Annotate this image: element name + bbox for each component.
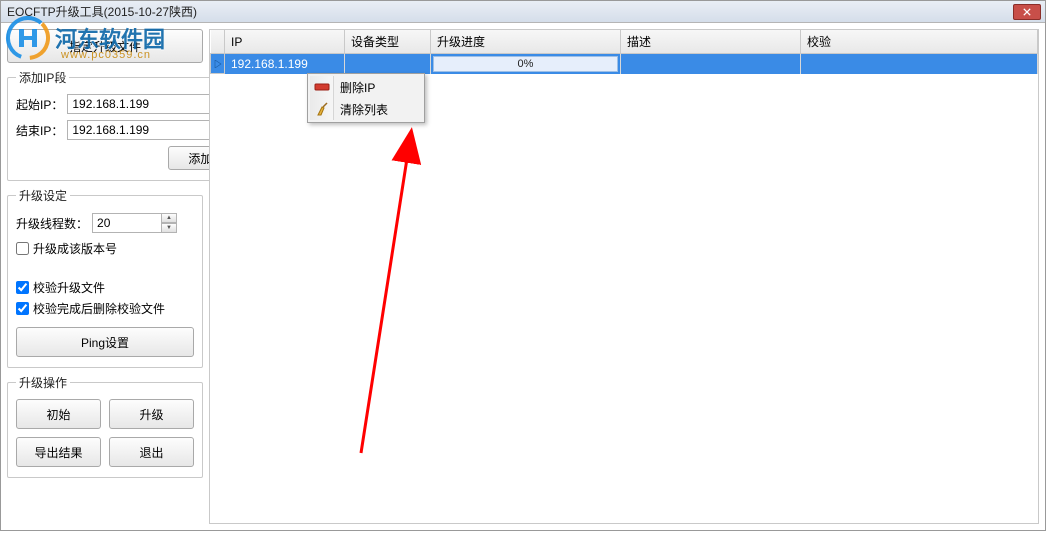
grid-corner xyxy=(211,30,225,54)
col-desc[interactable]: 描述 xyxy=(621,30,801,54)
close-button[interactable] xyxy=(1013,4,1041,20)
window-title: EOCFTP升级工具(2015-10-27陕西) xyxy=(5,3,197,20)
table-row[interactable]: 192.168.1.199 0% xyxy=(211,54,1038,74)
start-ip-label: 起始IP： xyxy=(16,96,63,113)
progress-value: 0% xyxy=(518,58,534,70)
start-ip-input[interactable] xyxy=(67,94,232,114)
version-checkbox[interactable] xyxy=(16,242,29,255)
col-verify[interactable]: 校验 xyxy=(801,30,1038,54)
exit-button[interactable]: 退出 xyxy=(109,437,194,467)
col-ip[interactable]: IP xyxy=(225,30,345,54)
app-window: EOCFTP升级工具(2015-10-27陕西) 指定升级文件 添加IP段 起始… xyxy=(0,0,1046,531)
threads-down-button[interactable]: ▼ xyxy=(161,223,177,233)
threads-input[interactable] xyxy=(92,213,162,233)
row-indicator-icon xyxy=(214,60,222,68)
cell-verify[interactable] xyxy=(801,54,1038,74)
init-button[interactable]: 初始 xyxy=(16,399,101,429)
ip-grid[interactable]: IP 设备类型 升级进度 描述 校验 192.168.1.199 xyxy=(210,30,1038,74)
verify-checkbox[interactable] xyxy=(16,281,29,294)
export-result-button[interactable]: 导出结果 xyxy=(16,437,101,467)
threads-up-button[interactable]: ▲ xyxy=(161,213,177,223)
verify-checkbox-label: 校验升级文件 xyxy=(33,279,105,296)
ping-settings-button[interactable]: Ping设置 xyxy=(16,327,194,357)
threads-spinner[interactable]: ▲ ▼ xyxy=(92,212,177,234)
add-ip-segment-group: 添加IP段 起始IP： 结束IP： 添加 xyxy=(7,69,241,181)
grid-header-row: IP 设备类型 升级进度 描述 校验 xyxy=(211,30,1038,54)
upgrade-ops-group: 升级操作 初始 升级 导出结果 退出 xyxy=(7,374,203,478)
cell-desc[interactable] xyxy=(621,54,801,74)
sidebar: 指定升级文件 添加IP段 起始IP： 结束IP： 添加 升级设定 升级线 xyxy=(7,29,203,524)
delete-verify-checkbox[interactable] xyxy=(16,302,29,315)
upgrade-settings-legend: 升级设定 xyxy=(16,187,70,204)
titlebar[interactable]: EOCFTP升级工具(2015-10-27陕西) xyxy=(1,1,1045,23)
col-type[interactable]: 设备类型 xyxy=(345,30,431,54)
row-indicator xyxy=(211,54,225,74)
add-ip-segment-legend: 添加IP段 xyxy=(16,69,69,86)
upgrade-button[interactable]: 升级 xyxy=(109,399,194,429)
threads-label: 升级线程数： xyxy=(16,215,88,232)
upgrade-ops-legend: 升级操作 xyxy=(16,374,70,391)
col-progress[interactable]: 升级进度 xyxy=(431,30,621,54)
close-icon xyxy=(1023,8,1031,16)
context-menu[interactable]: 删除IP 清除列表 xyxy=(307,73,425,123)
cell-type[interactable] xyxy=(345,54,431,74)
upgrade-settings-group: 升级设定 升级线程数： ▲ ▼ 升级成该版本号 xyxy=(7,187,203,368)
menu-clear-list[interactable]: 清除列表 xyxy=(310,98,422,120)
cell-progress[interactable]: 0% xyxy=(431,54,621,74)
progress-bar: 0% xyxy=(433,56,618,72)
delete-verify-checkbox-label: 校验完成后删除校验文件 xyxy=(33,300,165,317)
specify-upgrade-file-button[interactable]: 指定升级文件 xyxy=(7,29,203,63)
delete-icon xyxy=(314,79,330,95)
end-ip-label: 结束IP： xyxy=(16,122,63,139)
broom-icon xyxy=(314,101,330,117)
end-ip-input[interactable] xyxy=(67,120,232,140)
cell-ip[interactable]: 192.168.1.199 xyxy=(225,54,345,74)
menu-delete-ip-label: 删除IP xyxy=(340,79,375,96)
menu-delete-ip[interactable]: 删除IP xyxy=(310,76,422,98)
menu-clear-list-label: 清除列表 xyxy=(340,101,388,118)
version-checkbox-label: 升级成该版本号 xyxy=(33,240,117,257)
